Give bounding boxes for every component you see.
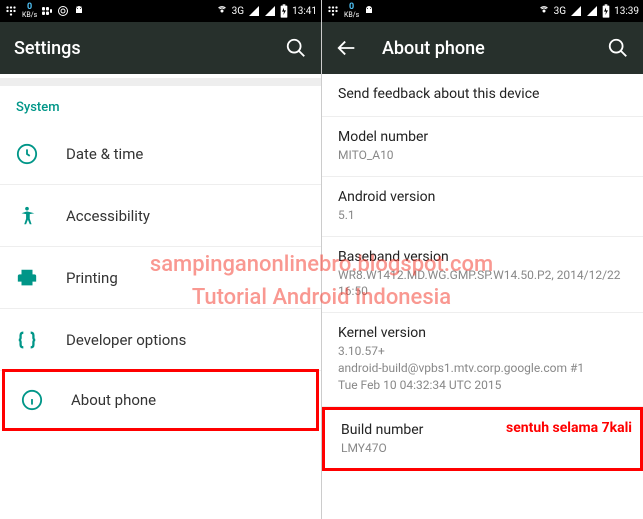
item-label: Developer options xyxy=(66,331,186,349)
row-value: 5.1 xyxy=(338,207,627,224)
android-icon xyxy=(363,5,375,17)
model-row[interactable]: Model number MITO_A10 xyxy=(322,117,643,177)
feedback-row[interactable]: Send feedback about this device xyxy=(322,74,643,117)
clock: 13:39 xyxy=(614,6,639,17)
circle-icon xyxy=(57,5,69,17)
network-type: 3G xyxy=(554,6,566,17)
status-bar: 0 KB/s 3G 13:41 xyxy=(0,0,321,22)
android-icon xyxy=(73,5,85,17)
hotspot-icon xyxy=(216,5,228,17)
baseband-row[interactable]: Baseband version WR8.W1412.MD.WG.GMP.SP.… xyxy=(322,237,643,314)
battery-icon xyxy=(602,4,610,18)
row-label: Android version xyxy=(338,189,627,205)
row-value: 3.10.57+ android-build@vpbs1.mtv.corp.go… xyxy=(338,343,627,393)
section-system: System xyxy=(0,78,321,123)
network-type: 3G xyxy=(232,6,244,17)
row-label: Model number xyxy=(338,129,627,145)
signal-icon xyxy=(570,5,582,17)
clock: 13:41 xyxy=(292,6,317,17)
row-label: Kernel version xyxy=(338,325,627,341)
status-bar: 0 KB/s 3G 13:39 xyxy=(322,0,643,22)
item-label: About phone xyxy=(71,391,156,409)
signal-icon-2 xyxy=(586,5,598,17)
item-label: Date & time xyxy=(66,145,143,163)
signal-icon xyxy=(248,5,260,17)
row-value: WR8.W1412.MD.WG.GMP.SP.W14.50.P2, 2014/1… xyxy=(338,267,627,301)
back-icon[interactable] xyxy=(336,37,358,59)
settings-item-accessibility[interactable]: Accessibility xyxy=(0,185,321,247)
row-label: Baseband version xyxy=(338,249,627,265)
search-icon[interactable] xyxy=(285,37,307,59)
settings-item-about[interactable]: About phone xyxy=(2,369,319,431)
data-speed: 0 KB/s xyxy=(22,3,37,19)
settings-item-developer[interactable]: Developer options xyxy=(0,309,321,371)
settings-item-datetime[interactable]: Date & time xyxy=(0,123,321,185)
annotation-text: sentuh selama 7kali xyxy=(506,420,632,436)
accessibility-icon xyxy=(16,205,38,227)
info-icon xyxy=(21,389,43,411)
row-value: LMY47O xyxy=(341,440,624,457)
braces-icon xyxy=(16,329,38,351)
item-label: Printing xyxy=(66,269,118,287)
bbm-icon xyxy=(4,4,18,18)
settings-screen: 0 KB/s 3G 13:41 Settings System xyxy=(0,0,321,519)
app-bar: About phone xyxy=(322,22,643,74)
app-bar: Settings xyxy=(0,22,321,74)
clock-icon xyxy=(16,143,38,165)
battery-icon xyxy=(280,4,288,18)
item-label: Accessibility xyxy=(66,207,150,225)
signal-icon-2 xyxy=(264,5,276,17)
print-icon xyxy=(16,267,38,289)
bb-icon xyxy=(41,5,53,17)
search-icon[interactable] xyxy=(607,37,629,59)
bbm-icon xyxy=(326,4,340,18)
about-phone-screen: 0 KB/s 3G 13:39 About phone Send feedbac… xyxy=(322,0,643,519)
page-title: Settings xyxy=(14,38,261,59)
android-version-row[interactable]: Android version 5.1 xyxy=(322,177,643,237)
data-speed: 0 KB/s xyxy=(344,3,359,19)
row-value: MITO_A10 xyxy=(338,147,627,164)
page-title: About phone xyxy=(382,38,583,59)
kernel-row[interactable]: Kernel version 3.10.57+ android-build@vp… xyxy=(322,313,643,406)
hotspot-icon xyxy=(538,5,550,17)
build-number-row[interactable]: Build number LMY47O sentuh selama 7kali xyxy=(322,407,643,472)
settings-item-printing[interactable]: Printing xyxy=(0,247,321,309)
